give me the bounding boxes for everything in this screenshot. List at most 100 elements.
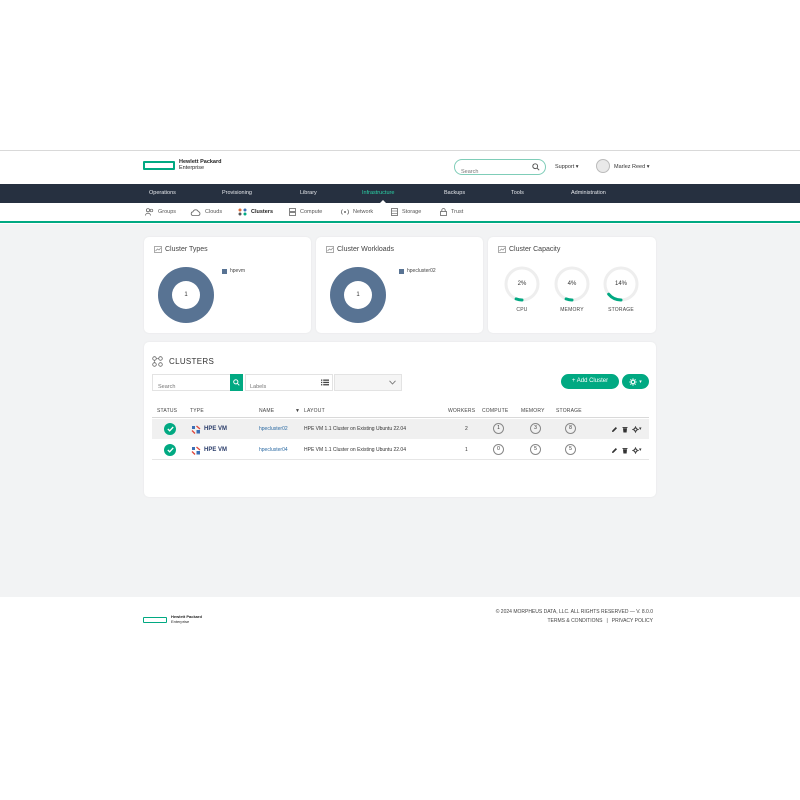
caret-down-icon: ▾ — [639, 426, 642, 432]
user-menu[interactable]: Marlez Reed ▾ — [614, 164, 649, 170]
avatar[interactable] — [596, 159, 610, 173]
main-nav: Operations Provisioning Library Infrastr… — [0, 184, 800, 203]
workers-cell: 2 — [465, 426, 468, 432]
filter-dropdown[interactable] — [334, 374, 402, 391]
cpu-gauge[interactable]: 2% CPU — [503, 265, 541, 313]
edit-icon[interactable] — [611, 426, 618, 433]
trash-icon[interactable] — [622, 447, 628, 454]
hpe-logo-mark — [143, 160, 175, 170]
cluster-search-input[interactable] — [153, 379, 229, 395]
chevron-down-icon: ▾ — [645, 164, 650, 170]
labels-filter[interactable] — [245, 374, 333, 395]
list-icon[interactable] — [321, 379, 329, 386]
network-icon — [341, 209, 349, 215]
col-compute[interactable]: COMPUTE — [482, 408, 508, 414]
logo-line2: Enterprise — [179, 165, 205, 171]
chevron-down-icon: ▾ — [574, 164, 579, 170]
memory-count: 3 — [530, 423, 541, 434]
logo-line2: Enterprise — [171, 618, 190, 624]
caret-down-icon: ▾ — [639, 447, 642, 453]
card-title: Cluster Types — [154, 246, 208, 253]
nav-provisioning[interactable]: Provisioning — [222, 184, 252, 203]
cluster-types-donut[interactable]: 1 — [158, 267, 214, 323]
nav-operations[interactable]: Operations — [149, 184, 176, 203]
storage-count: 8 — [565, 423, 576, 434]
subnav-compute[interactable]: Compute — [289, 203, 322, 221]
card-title: Cluster Workloads — [326, 246, 394, 253]
gear-icon — [629, 377, 637, 386]
support-label: Support — [555, 164, 575, 170]
cluster-name-link[interactable]: hpecluster02 — [259, 419, 288, 439]
caret-down-icon: ▾ — [639, 378, 642, 385]
row-actions: ▾ — [611, 419, 646, 439]
legend-item: hpevm — [222, 268, 245, 274]
cluster-search-button[interactable] — [230, 374, 243, 391]
subnav-label: Clusters — [251, 209, 274, 215]
cluster-search[interactable] — [152, 374, 242, 395]
col-layout[interactable]: LAYOUT — [304, 408, 325, 414]
subnav-trust[interactable]: Trust — [440, 203, 463, 221]
clusters-card: CLUSTERS + Add Cluster ▾ STATUS TYPE NAM… — [144, 342, 656, 497]
sort-desc-icon[interactable]: ▼ — [295, 408, 300, 414]
col-name[interactable]: NAME — [259, 408, 274, 414]
cluster-workloads-donut[interactable]: 1 — [330, 267, 386, 323]
legend-label: hpecluster02 — [407, 268, 436, 274]
type-label: HPE VM — [204, 426, 228, 432]
table-row[interactable]: HPE VM hpecluster02 HPE VM 1.1 Cluster o… — [152, 419, 649, 439]
subnav-clouds[interactable]: Clouds — [190, 203, 222, 221]
settings-dropdown-button[interactable]: ▾ — [622, 374, 649, 389]
subnav-label: Trust — [451, 209, 464, 215]
labels-input[interactable] — [246, 379, 316, 395]
clouds-icon — [190, 208, 201, 216]
edit-icon[interactable] — [611, 447, 618, 454]
memory-gauge[interactable]: 4% MEMORY — [553, 265, 591, 313]
main-content: Cluster Types 1 hpevm Cluster Workloads … — [0, 224, 800, 597]
terms-link[interactable]: TERMS & CONDITIONS — [547, 618, 602, 624]
cluster-types-card: Cluster Types 1 hpevm — [144, 237, 311, 333]
storage-gauge-arc — [607, 292, 623, 302]
storage-gauge[interactable]: 14% STORAGE — [602, 265, 640, 313]
clusters-title: CLUSTERS — [169, 357, 215, 366]
chart-icon — [498, 246, 506, 253]
user-name: Marlez Reed — [614, 164, 646, 170]
gear-icon[interactable]: ▾ — [632, 425, 642, 433]
chevron-down-icon — [389, 380, 396, 385]
nav-infrastructure[interactable]: Infrastructure — [362, 184, 394, 203]
nav-tools[interactable]: Tools — [511, 184, 524, 203]
col-memory[interactable]: MEMORY — [521, 408, 545, 414]
nav-administration[interactable]: Administration — [571, 184, 606, 203]
subnav-label: Network — [353, 209, 374, 215]
col-workers[interactable]: WORKERS — [448, 408, 475, 414]
hpe-logo-text: Hewlett Packard Enterprise — [171, 614, 202, 624]
clusters-icon — [238, 208, 247, 216]
nav-backups[interactable]: Backups — [444, 184, 465, 203]
add-cluster-button[interactable]: + Add Cluster — [561, 374, 619, 389]
card-title-text: Cluster Capacity — [509, 246, 561, 253]
cluster-name-link[interactable]: hpecluster04 — [259, 440, 288, 460]
status-ok-icon — [164, 444, 176, 456]
hpe-vm-icon — [191, 425, 201, 434]
subnav-storage[interactable]: Storage — [391, 203, 421, 221]
subnav-network[interactable]: Network — [341, 203, 373, 221]
card-title-text: Cluster Types — [165, 246, 208, 253]
global-search-input[interactable] — [455, 165, 527, 179]
table-row[interactable]: HPE VM hpecluster04 HPE VM 1.1 Cluster o… — [152, 440, 649, 460]
type-label: HPE VM — [204, 447, 228, 453]
subnav-groups[interactable]: Groups — [145, 203, 176, 221]
col-status[interactable]: STATUS — [157, 408, 177, 414]
memory-gauge-arc — [564, 297, 574, 302]
storage-icon — [391, 208, 398, 216]
support-menu[interactable]: Support ▾ — [555, 164, 579, 170]
gear-icon[interactable]: ▾ — [632, 446, 642, 454]
col-storage[interactable]: STORAGE — [556, 408, 582, 414]
trash-icon[interactable] — [622, 426, 628, 433]
nav-library[interactable]: Library — [300, 184, 317, 203]
hpe-logo[interactable]: Hewlett Packard Enterprise — [143, 159, 222, 171]
privacy-link[interactable]: PRIVACY POLICY — [612, 618, 653, 624]
subnav-clusters[interactable]: Clusters — [238, 203, 273, 221]
legend-swatch — [222, 268, 227, 274]
search-icon[interactable] — [532, 163, 540, 171]
col-type[interactable]: TYPE — [190, 408, 204, 414]
row-actions: ▾ — [611, 440, 646, 460]
global-search[interactable] — [454, 159, 546, 179]
